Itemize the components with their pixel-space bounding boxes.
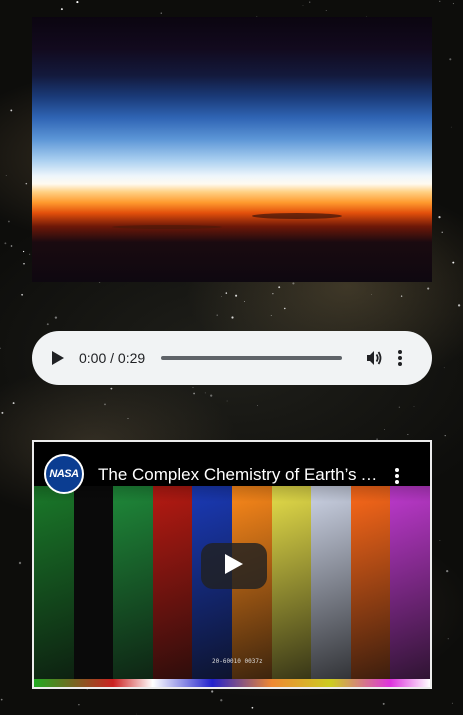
- star: [104, 403, 106, 406]
- star: [60, 8, 63, 11]
- star: [325, 9, 327, 11]
- star: [441, 231, 443, 233]
- star: [244, 300, 245, 302]
- star: [251, 706, 254, 709]
- star: [226, 400, 228, 402]
- star: [257, 405, 259, 406]
- star: [8, 220, 10, 223]
- channel-logo-text: NASA: [49, 468, 79, 480]
- star: [216, 314, 218, 316]
- star: [192, 386, 194, 388]
- star: [452, 261, 455, 264]
- more-vert-icon[interactable]: [397, 349, 403, 367]
- thumbnail-stripe: [350, 486, 391, 687]
- star: [284, 307, 286, 310]
- star: [270, 315, 272, 316]
- star: [46, 323, 49, 326]
- star: [447, 638, 449, 640]
- video-bottom-strip: [34, 679, 430, 687]
- star: [22, 250, 25, 253]
- video-frame-caption: 20-60010 0037z: [212, 658, 263, 665]
- star: [160, 12, 162, 14]
- star: [23, 263, 25, 265]
- star: [210, 394, 213, 397]
- star: [444, 435, 446, 437]
- more-vert-icon[interactable]: [394, 467, 400, 485]
- star: [398, 406, 400, 408]
- video-title[interactable]: The Complex Chemistry of Earth’s Atmosph…: [98, 465, 378, 485]
- star: [457, 304, 461, 307]
- star: [0, 347, 1, 350]
- star: [235, 294, 238, 297]
- thumbnail-stripe: [113, 486, 153, 687]
- star: [135, 713, 137, 715]
- horizon-photo: [32, 17, 432, 282]
- channel-logo[interactable]: NASA: [44, 454, 84, 494]
- cloud-silhouette: [112, 225, 222, 229]
- star: [439, 540, 441, 541]
- star: [450, 126, 452, 128]
- play-icon: [225, 553, 243, 579]
- star: [382, 702, 385, 705]
- audio-player[interactable]: 0:00 / 0:29: [32, 331, 432, 385]
- star: [439, 0, 441, 2]
- star: [220, 296, 222, 297]
- star: [76, 1, 79, 4]
- star: [407, 434, 409, 435]
- star: [204, 392, 206, 394]
- thumbnail-stripe: [34, 486, 74, 687]
- star: [4, 242, 7, 245]
- star: [10, 109, 13, 112]
- star: [438, 216, 441, 219]
- star: [446, 569, 449, 573]
- play-icon[interactable]: [52, 350, 66, 366]
- thumbnail-stripe: [311, 486, 351, 687]
- star: [413, 406, 415, 407]
- star: [400, 295, 403, 297]
- star: [25, 182, 28, 185]
- star: [29, 253, 31, 255]
- star: [427, 287, 430, 290]
- thumbnail-stripe: [390, 486, 430, 687]
- star: [110, 387, 113, 390]
- star: [371, 294, 372, 295]
- video-play-button[interactable]: [201, 543, 267, 589]
- audio-progress-slider[interactable]: [161, 356, 342, 360]
- star: [302, 5, 304, 6]
- star: [0, 698, 3, 701]
- star: [452, 3, 454, 5]
- star: [384, 429, 386, 430]
- thumbnail-stripe: [152, 486, 193, 687]
- star: [5, 174, 7, 176]
- star: [1, 411, 4, 414]
- star: [211, 690, 214, 693]
- star: [451, 702, 453, 704]
- star: [21, 293, 24, 296]
- star: [18, 561, 22, 565]
- thumbnail-stripe: [73, 486, 114, 687]
- star: [127, 418, 129, 420]
- audio-time-display: 0:00 / 0:29: [79, 350, 146, 366]
- star: [309, 1, 311, 3]
- star: [231, 316, 234, 319]
- star: [292, 282, 295, 285]
- star: [193, 392, 196, 395]
- star: [443, 367, 445, 369]
- star: [220, 699, 223, 702]
- video-embed[interactable]: NASA The Complex Chemistry of Earth’s At…: [32, 440, 432, 689]
- volume-icon[interactable]: [365, 349, 383, 367]
- star: [78, 704, 80, 706]
- star: [278, 286, 281, 289]
- star: [12, 402, 15, 405]
- cloud-silhouette: [252, 213, 342, 219]
- star: [10, 245, 13, 247]
- thumbnail-stripe: [271, 486, 312, 687]
- star: [272, 293, 274, 295]
- star: [225, 292, 228, 294]
- star: [449, 58, 452, 61]
- star: [54, 316, 58, 319]
